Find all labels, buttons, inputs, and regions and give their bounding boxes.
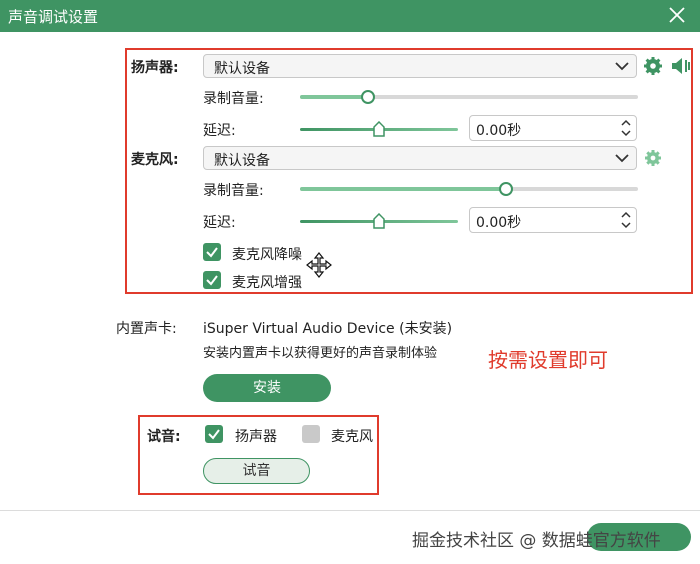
annotation-text: 按需设置即可: [488, 348, 608, 372]
mic-record-volume-slider[interactable]: [300, 181, 638, 197]
mic-delay-spinbox[interactable]: 0.00秒: [469, 207, 637, 233]
checkmark-icon: [208, 429, 220, 440]
footer-divider: [0, 510, 700, 511]
chevron-down-icon: [615, 154, 629, 163]
watermark-text: 掘金技术社区 @ 数据蛙官方软件: [412, 531, 661, 551]
checkmark-icon: [206, 247, 218, 258]
checkmark-icon: [206, 275, 218, 286]
speaker-record-volume-slider[interactable]: [300, 89, 638, 105]
title-bar: 声音调试设置: [0, 0, 700, 32]
speaker-delay-value: 0.00秒: [476, 123, 522, 139]
speaker-device-select[interactable]: 默认设备: [203, 54, 637, 78]
speaker-device-value: 默认设备: [214, 61, 270, 77]
speaker-record-volume-label: 录制音量:: [203, 91, 264, 107]
speaker-label: 扬声器:: [131, 60, 179, 76]
mic-record-volume-label: 录制音量:: [203, 183, 264, 199]
builtin-card-label: 内置声卡:: [116, 321, 177, 337]
test-speaker-label: 扬声器: [235, 429, 277, 445]
slider-handle[interactable]: [360, 90, 375, 104]
speaker-gear-icon[interactable]: [643, 56, 663, 76]
test-button[interactable]: 试音: [203, 458, 310, 484]
test-mic-label: 麦克风: [331, 429, 373, 445]
mic-delay-label: 延迟:: [203, 215, 236, 231]
mic-gear-icon[interactable]: [643, 148, 663, 168]
mic-delay-slider[interactable]: [300, 213, 458, 229]
mic-noise-reduction-label: 麦克风降噪: [232, 247, 302, 263]
window-title: 声音调试设置: [8, 8, 99, 26]
mic-label: 麦克风:: [131, 152, 179, 168]
mic-delay-value: 0.00秒: [476, 215, 522, 231]
test-label: 试音:: [147, 429, 181, 445]
move-cursor-icon: [306, 252, 332, 278]
mic-enhance-label: 麦克风增强: [232, 275, 302, 291]
spin-arrows-icon[interactable]: [620, 209, 632, 231]
mic-enhance-checkbox[interactable]: [203, 271, 221, 289]
mic-device-select[interactable]: 默认设备: [203, 146, 637, 170]
speaker-delay-spinbox[interactable]: 0.00秒: [469, 115, 637, 141]
slider-handle[interactable]: [373, 121, 385, 137]
slider-handle[interactable]: [373, 213, 385, 229]
spin-arrows-icon[interactable]: [620, 117, 632, 139]
builtin-card-hint: 安装内置声卡以获得更好的声音录制体验: [203, 346, 438, 361]
slider-handle[interactable]: [499, 182, 514, 196]
speaker-delay-slider[interactable]: [300, 121, 458, 137]
mic-device-value: 默认设备: [214, 153, 270, 169]
close-icon[interactable]: [666, 4, 688, 26]
test-mic-checkbox[interactable]: [302, 425, 320, 443]
speaker-volume-icon[interactable]: [670, 56, 694, 76]
builtin-card-device: iSuper Virtual Audio Device (未安装): [203, 321, 453, 337]
test-speaker-checkbox[interactable]: [205, 425, 223, 443]
install-button[interactable]: 安装: [203, 374, 331, 402]
mic-noise-reduction-checkbox[interactable]: [203, 243, 221, 261]
chevron-down-icon: [615, 62, 629, 71]
speaker-delay-label: 延迟:: [203, 123, 236, 139]
